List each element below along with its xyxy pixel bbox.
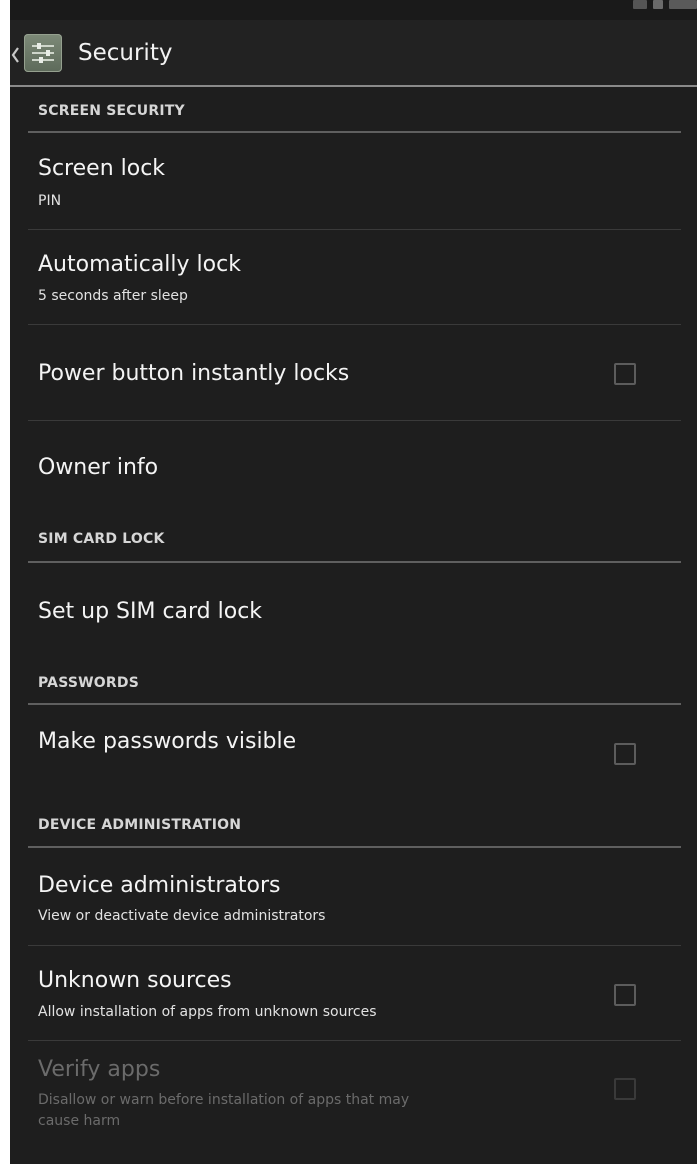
- section-header-device-administration: DEVICE ADMINISTRATION: [38, 817, 242, 833]
- setting-summary: PIN: [38, 193, 62, 209]
- setting-device-administrators[interactable]: Device administrators View or deactivate…: [10, 848, 697, 945]
- setting-title: Set up SIM card lock: [38, 599, 263, 624]
- setting-make-passwords-visible[interactable]: Make passwords visible: [10, 705, 697, 800]
- signal-icon: [633, 0, 647, 9]
- action-bar-divider: [10, 85, 697, 87]
- battery-icon: [653, 0, 663, 9]
- section-header-screen-security: SCREEN SECURITY: [38, 103, 185, 119]
- unknown-sources-checkbox[interactable]: [614, 984, 636, 1006]
- setting-set-up-sim-card-lock[interactable]: Set up SIM card lock: [10, 563, 697, 661]
- setting-title: Verify apps: [38, 1057, 161, 1082]
- verify-apps-checkbox: [614, 1078, 636, 1100]
- settings-screen: Security SCREEN SECURITY Screen lock PIN…: [10, 0, 697, 1164]
- setting-summary: Disallow or warn before installation of …: [38, 1092, 410, 1108]
- setting-summary: 5 seconds after sleep: [38, 288, 188, 304]
- setting-owner-info[interactable]: Owner info: [10, 421, 697, 516]
- settings-app-icon[interactable]: [24, 34, 62, 72]
- setting-unknown-sources[interactable]: Unknown sources Allow installation of ap…: [10, 946, 697, 1040]
- section-header-passwords: PASSWORDS: [38, 675, 139, 691]
- setting-verify-apps: Verify apps Disallow or warn before inst…: [10, 1041, 697, 1164]
- section-header-sim-card-lock: SIM CARD LOCK: [38, 531, 165, 547]
- setting-title: Automatically lock: [38, 252, 241, 277]
- setting-title: Device administrators: [38, 873, 281, 898]
- setting-summary: View or deactivate device administrators: [38, 908, 326, 924]
- setting-title: Unknown sources: [38, 968, 232, 993]
- setting-summary: Allow installation of apps from unknown …: [38, 1004, 377, 1020]
- setting-title: Power button instantly locks: [38, 361, 350, 386]
- setting-title: Make passwords visible: [38, 729, 297, 754]
- clock-icon: [669, 0, 697, 9]
- setting-automatically-lock[interactable]: Automatically lock 5 seconds after sleep: [10, 230, 697, 325]
- status-bar: [10, 0, 697, 20]
- setting-title: Owner info: [38, 455, 159, 480]
- setting-title: Screen lock: [38, 156, 166, 181]
- status-icons: [633, 0, 697, 12]
- setting-screen-lock[interactable]: Screen lock PIN: [10, 133, 697, 229]
- chevron-left-icon[interactable]: [10, 42, 24, 68]
- page-title: Security: [78, 40, 173, 66]
- action-bar: Security: [10, 20, 697, 85]
- setting-summary-line2: cause harm: [38, 1113, 121, 1129]
- setting-power-button-instantly-locks[interactable]: Power button instantly locks: [10, 325, 697, 420]
- passwords-visible-checkbox[interactable]: [614, 743, 636, 765]
- power-button-lock-checkbox[interactable]: [614, 363, 636, 385]
